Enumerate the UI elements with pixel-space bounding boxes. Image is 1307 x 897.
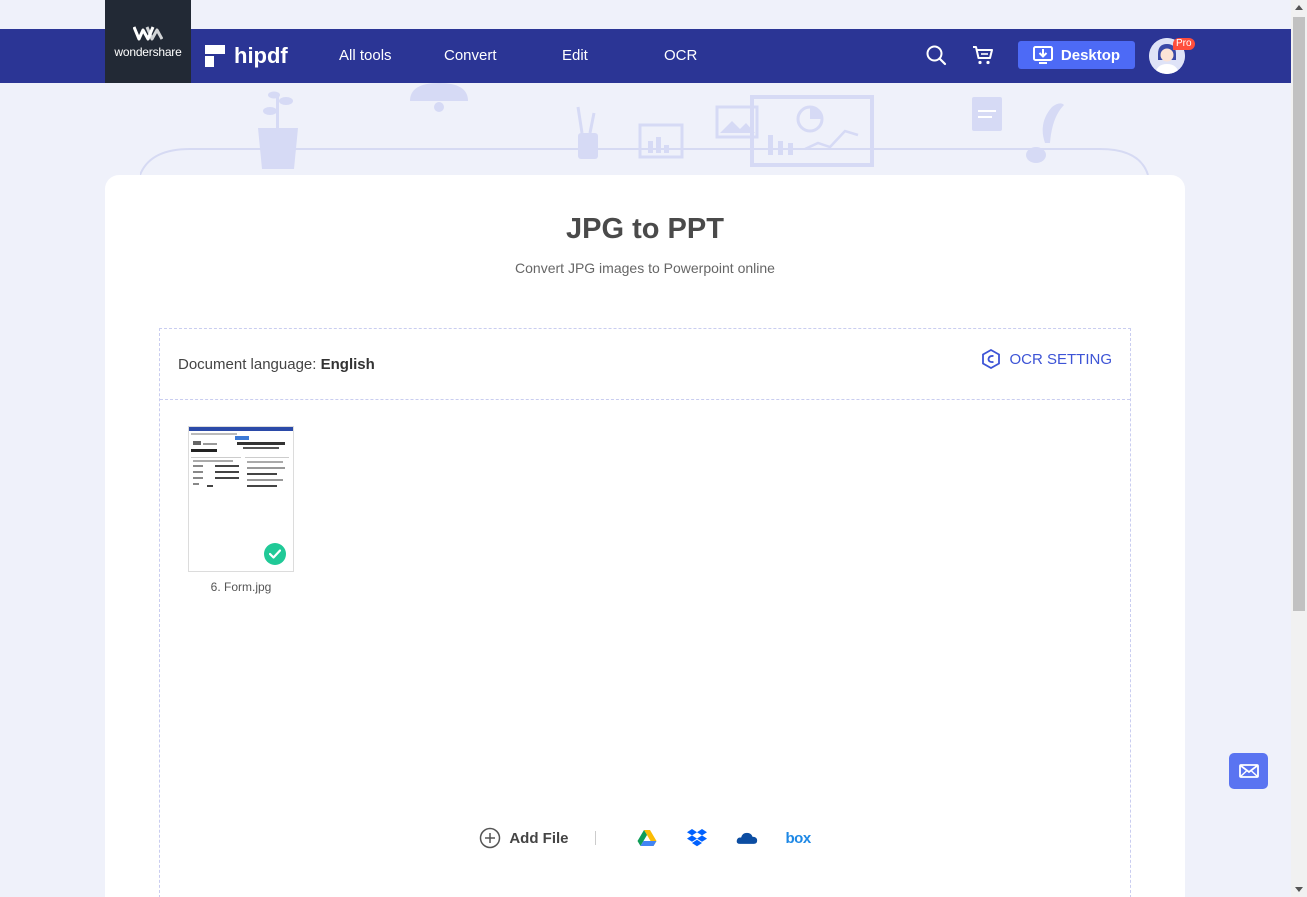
top-navigation-bar: hipdf All tools Convert Edit OCR Desktop… [0,29,1291,83]
document-language-value: English [320,356,375,373]
file-thumbnail-card[interactable] [188,426,294,572]
add-file-toolbar: Add File box [160,826,1130,850]
wondershare-logo[interactable]: wondershare [105,0,191,83]
feedback-mail-button[interactable] [1229,753,1268,789]
dropbox-button[interactable] [686,827,708,849]
header-illustration [140,83,1149,176]
wondershare-logo-text: wondershare [114,45,182,59]
wondershare-logo-icon [133,26,163,41]
nav-convert[interactable]: Convert [444,47,497,64]
pencil-cup-illustration-icon [576,106,598,159]
scroll-down-arrow-icon[interactable] [1295,887,1303,892]
hipdf-logo[interactable]: hipdf [205,41,288,71]
dashboard-illustration-icon [750,95,874,167]
scrollbar-thumb[interactable] [1293,17,1305,611]
pro-badge: Pro [1173,38,1195,50]
desktop-download-button[interactable]: Desktop [1018,41,1135,69]
quill-illustration-icon [1026,103,1064,163]
lamp-illustration-icon [410,83,468,101]
ocr-setting-button[interactable]: OCR SETTING [981,349,1112,369]
page-title: JPG to PPT [566,213,724,245]
document-language: Document language: English [178,356,375,373]
box-button[interactable]: box [786,830,812,847]
ocr-setting-label: OCR SETTING [1009,350,1112,368]
file-drop-zone[interactable]: Document language: English OCR SETTING 6… [159,328,1131,897]
ocr-language-row: Document language: English OCR SETTING [160,329,1130,400]
board-illustration-icon [638,123,684,159]
plant-illustration-icon [258,91,298,169]
ocr-setting-icon [982,349,1001,369]
onedrive-icon [736,832,757,844]
mail-icon [1238,764,1259,778]
add-circle-icon [480,827,501,849]
desktop-button-label: Desktop [1060,46,1121,64]
hipdf-logo-text: hipdf [234,43,288,68]
vertical-scrollbar[interactable] [1291,0,1307,897]
file-name-label: 6. Form.jpg [210,580,272,594]
scroll-up-arrow-icon[interactable] [1295,5,1303,10]
toolbar-divider [594,831,596,845]
google-drive-icon [637,830,656,846]
cart-icon[interactable] [971,43,995,67]
converter-card: JPG to PPT Convert JPG images to Powerpo… [105,175,1185,897]
onedrive-button[interactable] [736,827,758,849]
add-file-button[interactable]: Add File [479,827,569,849]
upload-success-check-icon [264,543,286,565]
download-desktop-icon [1032,46,1053,64]
google-drive-button[interactable] [636,827,658,849]
document-language-label: Document language: [178,356,317,373]
nav-edit[interactable]: Edit [562,47,588,64]
nav-ocr[interactable]: OCR [664,47,697,64]
page-subtitle: Convert JPG images to Powerpoint online [515,260,775,276]
search-icon[interactable] [924,43,948,67]
document-illustration-icon [972,97,1002,131]
dropbox-icon [686,829,707,847]
file-preview-image [189,427,293,493]
hipdf-logo-icon [205,45,225,67]
nav-all-tools[interactable]: All tools [339,47,392,64]
add-file-label: Add File [509,829,569,847]
